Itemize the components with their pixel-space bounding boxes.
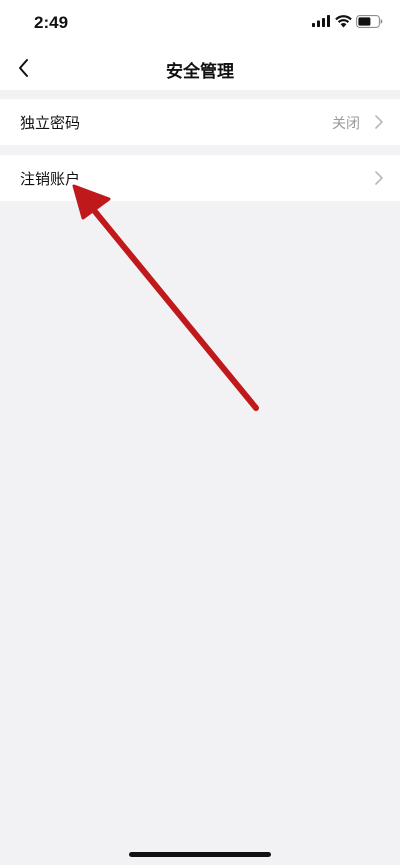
- chevron-right-icon: [375, 171, 383, 185]
- status-icons: [312, 15, 384, 31]
- independent-password-label: 独立密码: [20, 114, 81, 132]
- chevron-right-icon: [375, 115, 383, 129]
- signal-icon: [312, 15, 330, 27]
- security-management-screen: 2:49 安全管理 独立密码 关闭 注销账户: [0, 0, 400, 865]
- wifi-icon: [335, 15, 352, 28]
- navigation-bar: 安全管理: [0, 46, 400, 90]
- home-indicator: [129, 852, 271, 857]
- cancel-account-row[interactable]: 注销账户: [0, 155, 400, 201]
- independent-password-status: 关闭: [332, 116, 360, 132]
- independent-password-row[interactable]: 独立密码 关闭: [0, 99, 400, 145]
- status-time: 2:49: [34, 13, 69, 32]
- status-bar: 2:49: [0, 0, 400, 46]
- cancel-account-label: 注销账户: [20, 170, 81, 188]
- battery-icon: [356, 15, 383, 28]
- page-title: 安全管理: [166, 62, 234, 82]
